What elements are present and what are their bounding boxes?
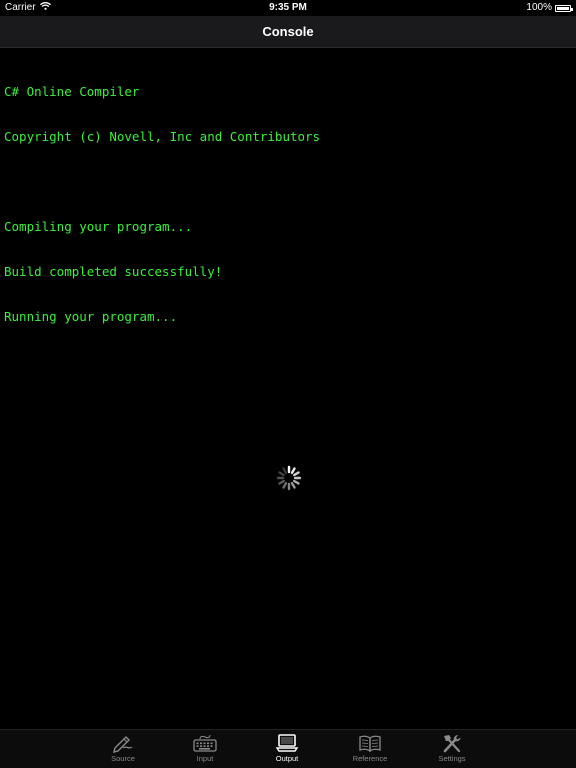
tab-reference[interactable]: Reference [340, 733, 400, 763]
navigation-bar: Console [0, 16, 576, 48]
loading-spinner-icon [276, 465, 302, 491]
pen-icon [93, 733, 153, 753]
tab-reference-label: Reference [352, 754, 388, 763]
battery-icon [555, 4, 573, 12]
tab-source-label: Source [111, 754, 135, 763]
tab-settings[interactable]: Settings [422, 733, 482, 763]
status-time: 9:35 PM [269, 2, 307, 13]
console-line: C# Online Compiler [4, 84, 140, 99]
battery-percent: 100% [526, 2, 552, 13]
console-line: Running your program... [4, 309, 178, 324]
tab-output-label: Output [275, 754, 299, 763]
console-output: C# Online Compiler Copyright (c) Novell,… [4, 54, 572, 339]
status-bar: Carrier 9:35 PM 100% [0, 0, 576, 16]
console-line: Copyright (c) Novell, Inc and Contributo… [4, 129, 321, 144]
tab-settings-label: Settings [438, 754, 466, 763]
tab-input-label: Input [196, 754, 214, 763]
keyboard-icon [175, 733, 235, 753]
monitor-icon [257, 733, 317, 753]
console-line: Compiling your program... [4, 219, 193, 234]
tools-icon [422, 733, 482, 753]
page-title: Console [262, 24, 314, 39]
tab-output[interactable]: Output [257, 733, 317, 763]
tab-source[interactable]: Source [93, 733, 153, 763]
book-icon [340, 733, 400, 753]
tab-bar: Source Input Output Reference Settings [0, 729, 576, 768]
tab-input[interactable]: Input [175, 733, 235, 763]
console-line: Build completed successfully! [4, 264, 223, 279]
status-right: 100% [526, 0, 573, 16]
